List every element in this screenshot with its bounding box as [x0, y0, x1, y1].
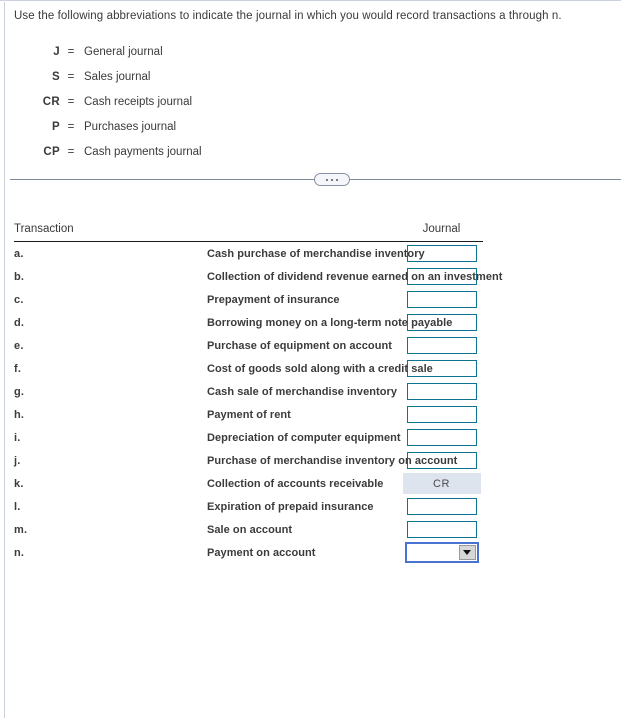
transaction-description: Cost of goods sold along with a credit s…: [207, 362, 433, 375]
journal-answer-input[interactable]: [406, 383, 477, 400]
journal-answer-input[interactable]: [406, 337, 477, 354]
table-row: i. Depreciation of computer equipment: [14, 426, 483, 449]
row-letter: d.: [14, 316, 25, 329]
journal-answer-input[interactable]: [406, 429, 477, 446]
chevron-down-icon[interactable]: [458, 545, 476, 560]
table-row: m. Sale on account: [14, 518, 483, 541]
legend-meaning: Purchases journal: [84, 120, 177, 133]
legend-meaning: General journal: [84, 45, 163, 58]
legend-equals-sign: =: [67, 120, 75, 133]
row-letter: b.: [14, 270, 25, 283]
section-divider-ellipsis-button[interactable]: [314, 173, 350, 186]
table-row: j. Purchase of merchandise inventory on a…: [14, 449, 483, 472]
dot-icon: [336, 178, 338, 181]
transaction-description: Prepayment of insurance: [207, 293, 340, 306]
journal-answer-cell: [400, 288, 483, 311]
legend-abbreviation: S: [52, 70, 60, 83]
table-row: f. Cost of goods sold along with a credit…: [14, 357, 483, 380]
legend-equals-sign: =: [67, 145, 75, 158]
transaction-description: Purchase of merchandise inventory on acc…: [207, 454, 458, 467]
transaction-description: Purchase of equipment on account: [207, 339, 392, 352]
transaction-description: Payment of rent: [207, 408, 291, 421]
column-header-journal: Journal: [400, 223, 483, 242]
row-letter: i.: [14, 431, 21, 444]
table-row: k. Collection of accounts receivable CR: [14, 472, 483, 495]
legend-row: S = Sales journal: [14, 64, 202, 89]
table-header-row: Transaction Journal: [14, 223, 483, 242]
legend-meaning: Cash receipts journal: [84, 95, 193, 108]
row-letter: c.: [14, 293, 24, 306]
table-row: n. Payment on account: [14, 541, 483, 564]
legend-row: CP = Cash payments journal: [14, 139, 202, 164]
row-letter: h.: [14, 408, 25, 421]
journal-answer-input[interactable]: [406, 406, 477, 423]
journal-answer-cell: CR: [400, 472, 483, 495]
legend-abbreviation: J: [53, 45, 60, 58]
journal-answer-dropdown[interactable]: [404, 542, 479, 563]
table-row: l. Expiration of prepaid insurance: [14, 495, 483, 518]
table-row: b. Collection of dividend revenue earned …: [14, 265, 503, 288]
transaction-description: Payment on account: [207, 546, 316, 559]
instructions-text: Use the following abbreviations to indic…: [14, 10, 562, 22]
table-row: d. Borrowing money on a long-term note pa…: [14, 311, 483, 334]
legend-equals-sign: =: [67, 45, 75, 58]
legend-abbreviation: CR: [42, 95, 60, 108]
transaction-table-wrapper: Transaction Journal a. Cash purchase of m…: [14, 223, 503, 565]
row-letter: m.: [14, 523, 28, 536]
legend-abbreviation: CP: [43, 145, 60, 158]
journal-answer-cell: [400, 426, 483, 449]
triangle-down-glyph: [463, 550, 471, 555]
transaction-table: Transaction Journal a. Cash purchase of m…: [14, 223, 503, 565]
journal-answer-cell: [400, 541, 483, 564]
journal-answer-cell: [400, 403, 483, 426]
legend-meaning: Cash payments journal: [84, 145, 202, 158]
row-letter: a.: [14, 247, 24, 260]
table-row: e. Purchase of equipment on account: [14, 334, 483, 357]
table-row: h. Payment of rent: [14, 403, 483, 426]
journal-answer-value[interactable]: CR: [402, 473, 481, 494]
transaction-description: Collection of accounts receivable: [207, 477, 384, 490]
journal-answer-input[interactable]: [406, 521, 477, 538]
legend-equals-sign: =: [67, 95, 75, 108]
journal-answer-cell: [400, 495, 483, 518]
transaction-description: Cash sale of merchandise inventory: [207, 385, 397, 398]
legend-meaning: Sales journal: [84, 70, 151, 83]
legend-row: P = Purchases journal: [14, 114, 202, 139]
row-letter: n.: [14, 546, 25, 559]
table-row: a. Cash purchase of merchandise inventory: [14, 242, 483, 266]
table-row: g. Cash sale of merchandise inventory: [14, 380, 483, 403]
journal-answer-dropdown-value[interactable]: [407, 545, 459, 560]
transaction-table-body: a. Cash purchase of merchandise inventory…: [14, 242, 503, 565]
question-pane: Use the following abbreviations to indic…: [0, 0, 621, 718]
journal-answer-input[interactable]: [406, 498, 477, 515]
legend-abbreviation: P: [52, 120, 60, 133]
transaction-description: Borrowing money on a long-term note paya…: [207, 316, 453, 329]
row-letter: j.: [14, 454, 21, 467]
legend-row: CR = Cash receipts journal: [14, 89, 202, 114]
row-letter: l.: [14, 500, 21, 513]
journal-answer-cell: [400, 380, 483, 403]
transaction-description: Collection of dividend revenue earned on…: [207, 270, 503, 283]
abbreviation-legend: J = General journal S = Sales journal CR = Cash …: [14, 39, 202, 164]
legend-equals-sign: =: [67, 70, 75, 83]
journal-answer-cell: [400, 334, 483, 357]
table-row: c. Prepayment of insurance: [14, 288, 483, 311]
legend-row: J = General journal: [14, 39, 202, 64]
transaction-description: Expiration of prepaid insurance: [207, 500, 374, 513]
transaction-description: Depreciation of computer equipment: [207, 431, 401, 444]
row-letter: k.: [14, 477, 24, 490]
dot-icon: [326, 178, 328, 181]
pane-left-rule: [4, 2, 5, 718]
transaction-description: Sale on account: [207, 523, 293, 536]
column-header-transaction: Transaction: [14, 223, 400, 242]
dot-icon: [331, 178, 333, 181]
row-letter: g.: [14, 385, 25, 398]
transaction-table-head: Transaction Journal: [14, 223, 483, 242]
journal-answer-cell: [400, 518, 483, 541]
row-letter: f.: [14, 362, 22, 375]
row-letter: e.: [14, 339, 24, 352]
journal-answer-input[interactable]: [406, 291, 477, 308]
transaction-description: Cash purchase of merchandise inventory: [207, 247, 425, 260]
